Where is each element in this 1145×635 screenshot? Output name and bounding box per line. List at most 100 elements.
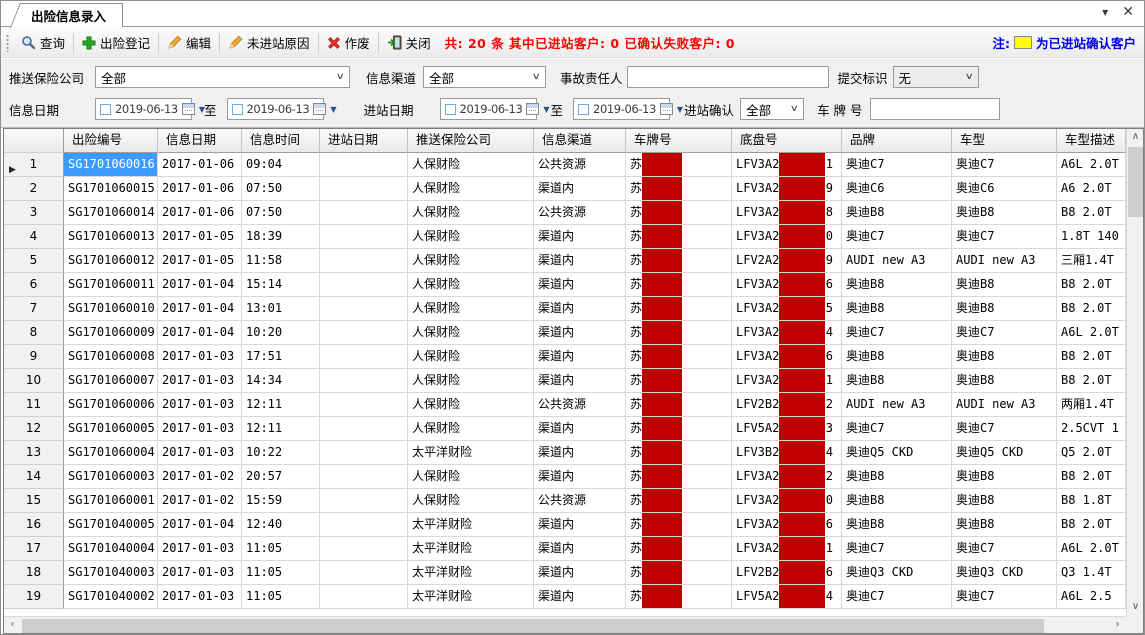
- cell-claim-number[interactable]: SG1701060011: [64, 273, 158, 297]
- cell[interactable]: 2017-01-04: [158, 297, 242, 321]
- cell[interactable]: 人保财险: [408, 465, 534, 489]
- cell[interactable]: 太平洋财险: [408, 561, 534, 585]
- cell[interactable]: 奥迪B8: [842, 297, 952, 321]
- cell[interactable]: 2017-01-03: [158, 537, 242, 561]
- row-header[interactable]: 19: [4, 585, 64, 609]
- cell[interactable]: 2017-01-03: [158, 417, 242, 441]
- cell[interactable]: 奥迪B8: [952, 369, 1057, 393]
- cell[interactable]: 渠道内: [534, 249, 626, 273]
- cell[interactable]: 2017-01-03: [158, 345, 242, 369]
- cell[interactable]: [320, 153, 408, 177]
- cell-plate-number[interactable]: 苏: [626, 249, 732, 273]
- cell-claim-number[interactable]: SG1701040003: [64, 561, 158, 585]
- cell-claim-number[interactable]: SG1701060006: [64, 393, 158, 417]
- cell-chassis-number[interactable]: LFV5A2 3: [732, 417, 842, 441]
- cell[interactable]: 奥迪C6: [952, 177, 1057, 201]
- cell-chassis-number[interactable]: LFV3A2 0: [732, 225, 842, 249]
- cell[interactable]: 17:51: [242, 345, 320, 369]
- cell[interactable]: 15:14: [242, 273, 320, 297]
- cell-chassis-number[interactable]: LFV3A2 2: [732, 465, 842, 489]
- cell-plate-number[interactable]: 苏: [626, 321, 732, 345]
- cell-claim-number[interactable]: SG1701040005: [64, 513, 158, 537]
- cell[interactable]: 公共资源: [534, 393, 626, 417]
- table-row[interactable]: 3 SG1701060014 2017-01-06 07:50 人保财险 公共资源苏 LFV…: [4, 201, 1126, 225]
- cell[interactable]: [320, 321, 408, 345]
- cell[interactable]: 奥迪C7: [952, 153, 1057, 177]
- cell[interactable]: 渠道内: [534, 273, 626, 297]
- void-button[interactable]: 作废: [321, 30, 376, 55]
- cell[interactable]: A6L 2.0T: [1057, 321, 1126, 345]
- table-row[interactable]: 16 SG1701040005 2017-01-04 12:40 太平洋财险 渠道内苏 LF…: [4, 513, 1126, 537]
- cell[interactable]: B8 2.0T: [1057, 369, 1126, 393]
- cell-chassis-number[interactable]: LFV3A2 5: [732, 297, 842, 321]
- cell-plate-number[interactable]: 苏: [626, 417, 732, 441]
- cell[interactable]: 奥迪B8: [842, 513, 952, 537]
- table-row[interactable]: 4 SG1701060013 2017-01-05 18:39 人保财险 渠道内苏 LFV3…: [4, 225, 1126, 249]
- column-header-1[interactable]: 出险编号: [64, 129, 158, 153]
- cell[interactable]: 渠道内: [534, 369, 626, 393]
- row-header[interactable]: 2: [4, 177, 64, 201]
- cell[interactable]: 奥迪B8: [842, 369, 952, 393]
- vertical-scrollbar[interactable]: ∧ ∨: [1126, 129, 1143, 616]
- cell[interactable]: 渠道内: [534, 177, 626, 201]
- cell[interactable]: 12:11: [242, 417, 320, 441]
- cell[interactable]: 奥迪C7: [842, 537, 952, 561]
- cell[interactable]: [320, 225, 408, 249]
- row-header[interactable]: 13: [4, 441, 64, 465]
- cell[interactable]: 12:11: [242, 393, 320, 417]
- cell[interactable]: 公共资源: [534, 201, 626, 225]
- cell[interactable]: 10:22: [242, 441, 320, 465]
- table-row[interactable]: 14 SG1701060003 2017-01-02 20:57 人保财险 渠道内苏 LFV…: [4, 465, 1126, 489]
- cell-claim-number[interactable]: SG1701060005: [64, 417, 158, 441]
- cell[interactable]: 奥迪Q3 CKD: [952, 561, 1057, 585]
- tab-claim-info-entry[interactable]: 出险信息录入: [23, 3, 124, 27]
- cell[interactable]: [320, 369, 408, 393]
- cell[interactable]: 奥迪C7: [952, 537, 1057, 561]
- row-header[interactable]: 5: [4, 249, 64, 273]
- cell-plate-number[interactable]: 苏: [626, 489, 732, 513]
- cell[interactable]: 11:05: [242, 561, 320, 585]
- chevron-down-icon[interactable]: ▼: [543, 105, 549, 114]
- cell[interactable]: [320, 561, 408, 585]
- horizontal-scrollbar[interactable]: ‹ ›: [4, 616, 1126, 633]
- cell-plate-number[interactable]: 苏: [626, 369, 732, 393]
- cell[interactable]: 奥迪C7: [842, 321, 952, 345]
- cell[interactable]: 渠道内: [534, 561, 626, 585]
- column-header-11[interactable]: 车型描述: [1057, 129, 1126, 153]
- cell[interactable]: 人保财险: [408, 489, 534, 513]
- cell-chassis-number[interactable]: LFV3A2 8: [732, 201, 842, 225]
- insurer-combo[interactable]: 全部 ∨: [95, 66, 350, 88]
- cell[interactable]: 18:39: [242, 225, 320, 249]
- cell[interactable]: [320, 273, 408, 297]
- cell[interactable]: 人保财险: [408, 153, 534, 177]
- cell[interactable]: 2017-01-03: [158, 441, 242, 465]
- cell-chassis-number[interactable]: LFV5A2 4: [732, 585, 842, 609]
- cell[interactable]: A6L 2.0T: [1057, 537, 1126, 561]
- cell[interactable]: 11:05: [242, 537, 320, 561]
- row-header[interactable]: 17: [4, 537, 64, 561]
- table-row[interactable]: 5 SG1701060012 2017-01-05 11:58 人保财险 渠道内苏 LFV2…: [4, 249, 1126, 273]
- cell[interactable]: [320, 537, 408, 561]
- cell-chassis-number[interactable]: LFV2A2 9: [732, 249, 842, 273]
- station-confirm-combo[interactable]: 全部 ∨: [740, 98, 805, 120]
- row-header[interactable]: 1 ▶: [4, 153, 64, 177]
- cell[interactable]: 奥迪B8: [952, 513, 1057, 537]
- cell[interactable]: 人保财险: [408, 417, 534, 441]
- date-checkbox[interactable]: [578, 103, 590, 115]
- cell[interactable]: [320, 177, 408, 201]
- cell[interactable]: 奥迪B8: [952, 201, 1057, 225]
- cell[interactable]: [320, 489, 408, 513]
- cell[interactable]: 奥迪C7: [952, 417, 1057, 441]
- cell[interactable]: 人保财险: [408, 273, 534, 297]
- cell[interactable]: 两厢1.4T: [1057, 393, 1126, 417]
- cell[interactable]: 11:05: [242, 585, 320, 609]
- cell[interactable]: 奥迪C7: [842, 225, 952, 249]
- cell-chassis-number[interactable]: LFV3A2 1: [732, 537, 842, 561]
- cell[interactable]: 太平洋财险: [408, 537, 534, 561]
- cell[interactable]: B8 2.0T: [1057, 273, 1126, 297]
- cell[interactable]: 2017-01-06: [158, 201, 242, 225]
- cell[interactable]: 07:50: [242, 201, 320, 225]
- scroll-left-icon[interactable]: ‹: [4, 617, 21, 633]
- cell[interactable]: 奥迪B8: [952, 489, 1057, 513]
- cell[interactable]: 14:34: [242, 369, 320, 393]
